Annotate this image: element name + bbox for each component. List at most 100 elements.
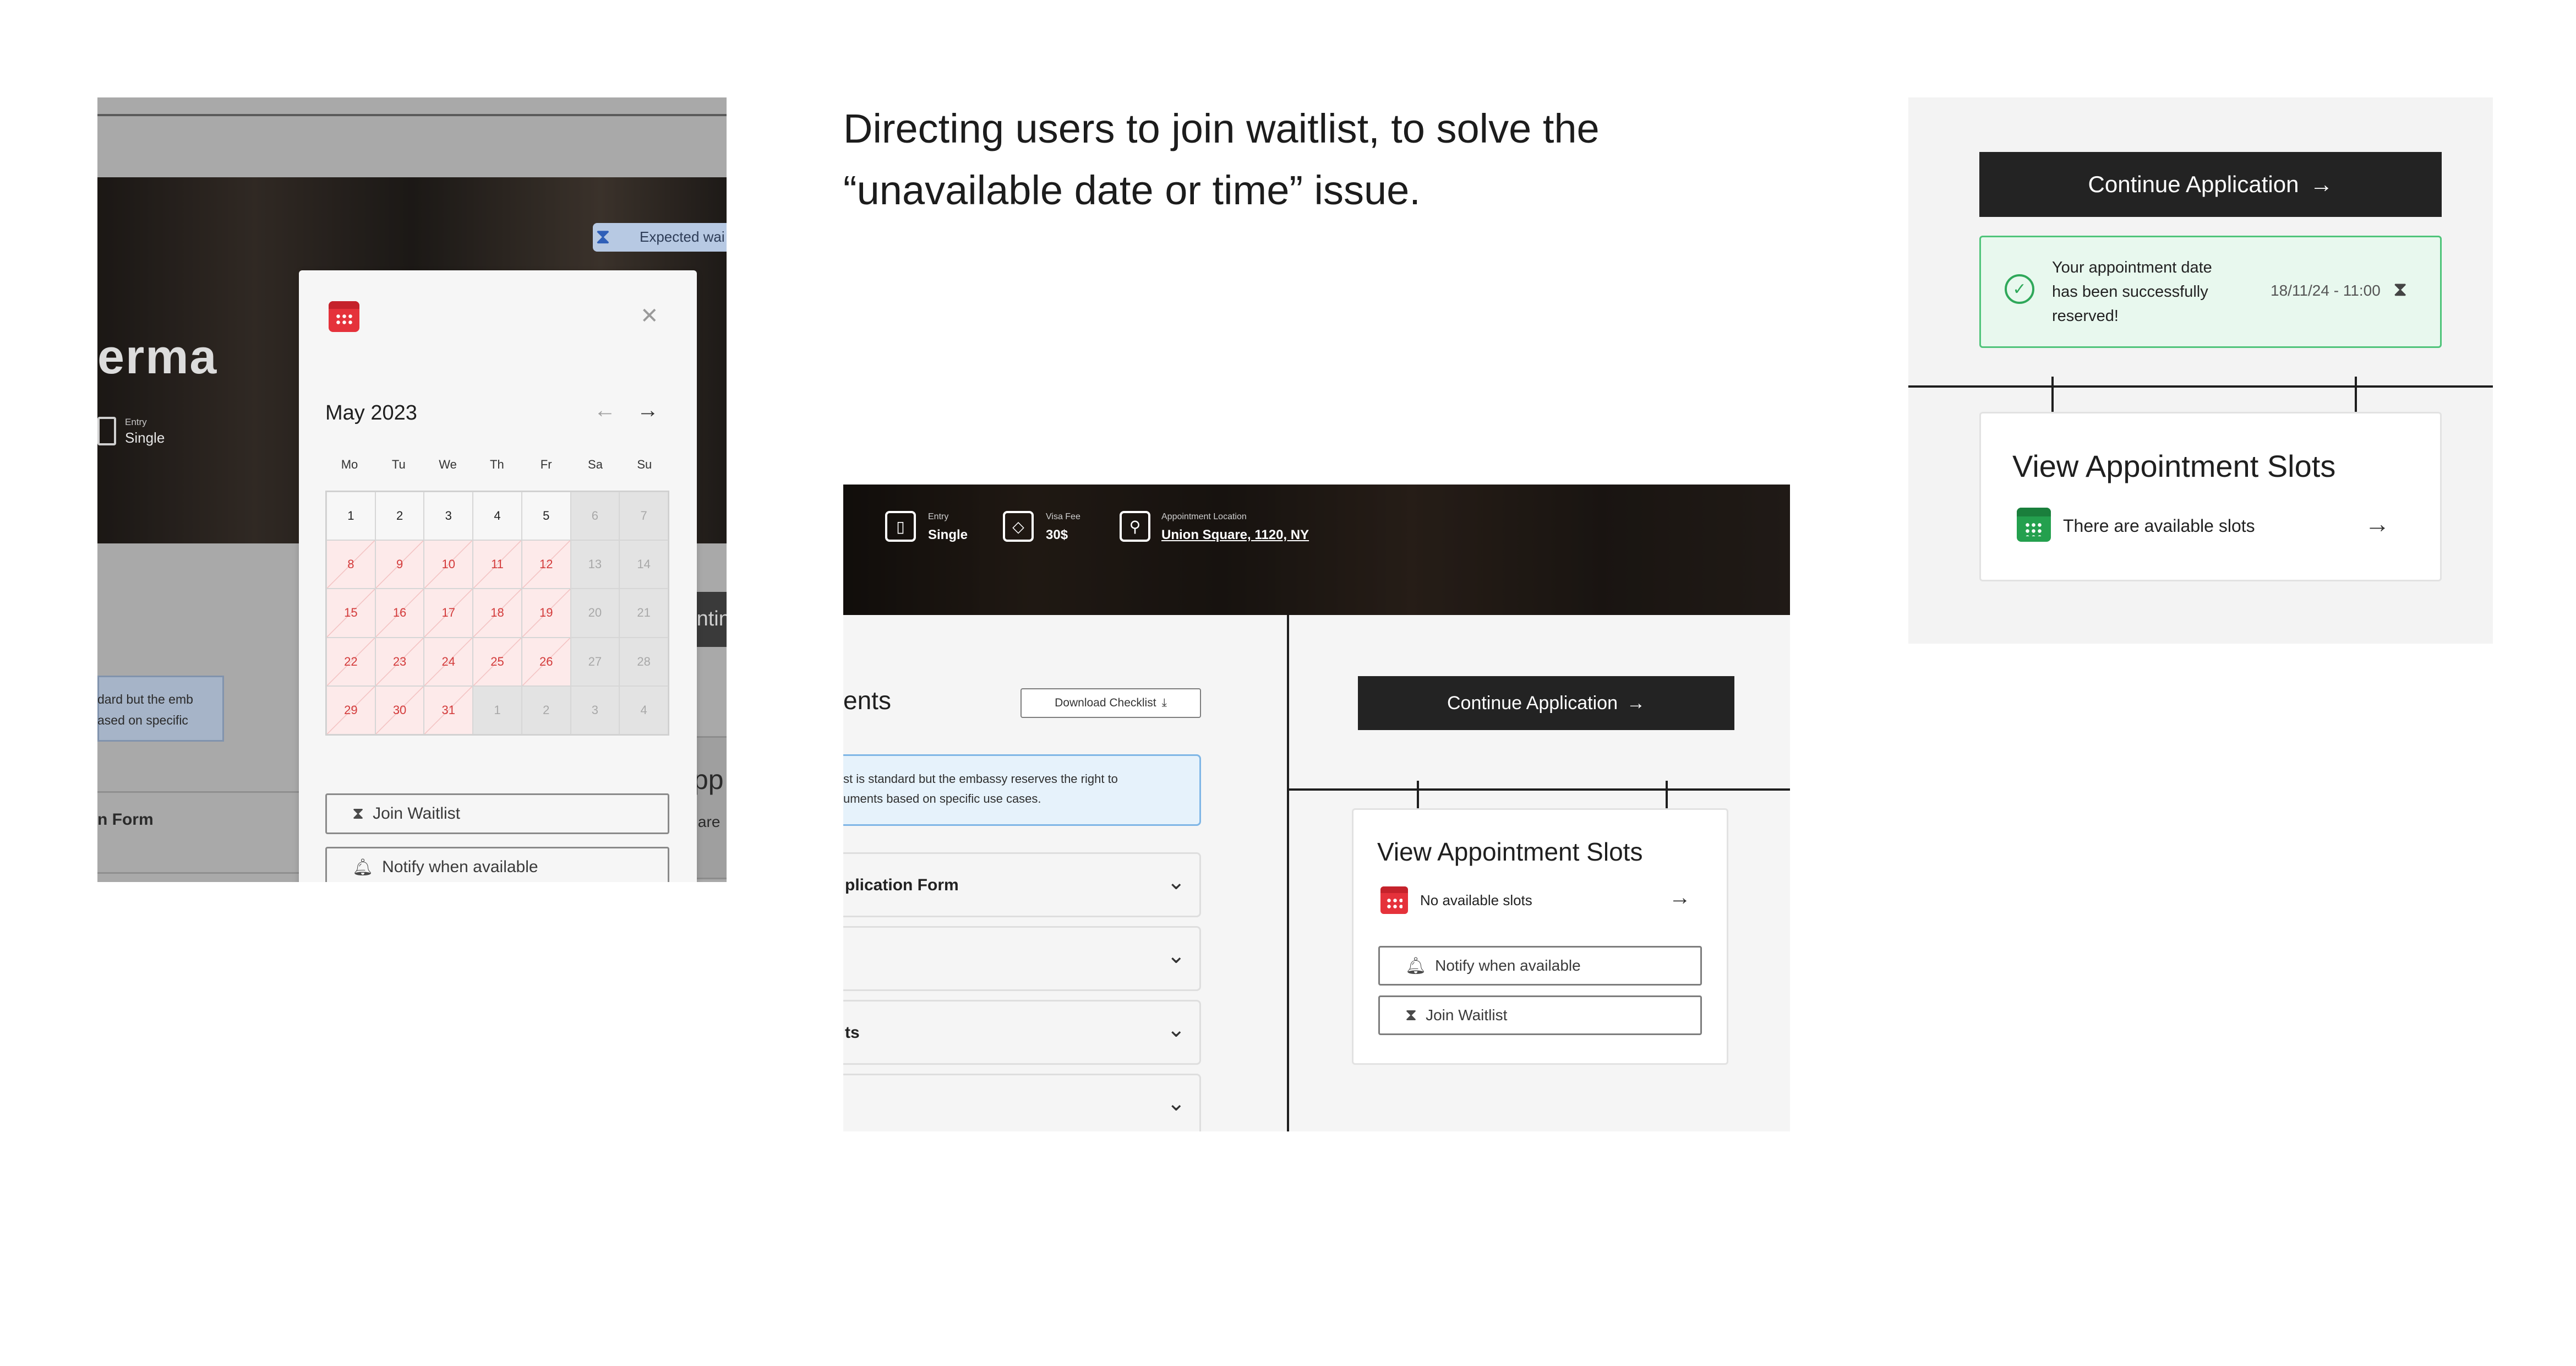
entry-label: Entry xyxy=(125,417,147,427)
arrow-right-icon[interactable]: → xyxy=(1669,885,1691,910)
calendar-day[interactable]: 17 xyxy=(424,589,473,638)
calendar-day[interactable]: 14 xyxy=(619,540,668,589)
info-note-line: ased on specific xyxy=(97,713,188,727)
calendar-day[interactable]: 27 xyxy=(570,637,620,686)
accordion-item[interactable]: ⌄ xyxy=(843,1074,1201,1131)
connector-line xyxy=(1908,385,2493,388)
calendar-day[interactable]: 23 xyxy=(375,637,424,686)
arrow-right-icon[interactable]: → xyxy=(2365,509,2390,538)
check-circle-icon: ✓ xyxy=(2005,274,2034,304)
download-checklist-button[interactable]: Download Checklist ⤓ xyxy=(1020,688,1201,718)
calendar-day[interactable]: 30 xyxy=(375,685,424,734)
slots-status-text: No available slots xyxy=(1420,892,1532,908)
hero-title: erma xyxy=(97,329,218,384)
calendar-day[interactable]: 28 xyxy=(619,637,668,686)
date-picker-modal: ✕ May 2023 ← → Mo Tu We Th Fr Sa Su 1234567891… xyxy=(299,270,697,882)
accordion-label: plication Form xyxy=(845,876,959,894)
calendar-day[interactable]: 1 xyxy=(326,492,375,541)
calendar-day[interactable]: 21 xyxy=(619,589,668,638)
calendar-day[interactable]: 22 xyxy=(326,637,375,686)
continue-application-label: Continue Application xyxy=(1447,692,1618,714)
column-divider xyxy=(1287,615,1289,1131)
close-icon[interactable]: ✕ xyxy=(640,303,659,329)
calendar-day[interactable]: 2 xyxy=(521,685,571,734)
join-waitlist-button[interactable]: ⧗ Join Waitlist xyxy=(325,793,669,834)
calendar-grid: 1 2 3 4 5 6 7 8 9 10 11 12 13 14 15 16 17 18 19 20 21 22 23 24 2… xyxy=(325,491,669,736)
info-note-line: dard but the emb xyxy=(97,692,193,706)
calendar-day[interactable]: 10 xyxy=(424,540,473,589)
calendar-day[interactable]: 4 xyxy=(473,492,522,541)
hourglass-icon: ⧗ xyxy=(1405,1006,1417,1024)
info-note-line: uments based on specific use cases. xyxy=(843,792,1041,806)
join-waitlist-label: Join Waitlist xyxy=(1426,1006,1508,1024)
visa-fee-label: Visa Fee xyxy=(1046,512,1080,521)
calendar-day[interactable]: 4 xyxy=(619,685,668,734)
accordion-item[interactable]: plication Form ⌄ xyxy=(843,852,1201,917)
weekday-label: We xyxy=(439,458,457,471)
prev-month-button[interactable]: ← xyxy=(594,398,616,423)
bell-icon: 🔔︎ xyxy=(1405,956,1427,975)
arrow-right-icon: → xyxy=(1627,692,1645,714)
calendar-day[interactable]: 25 xyxy=(473,637,522,686)
calendar-day[interactable]: 19 xyxy=(521,589,571,638)
chevron-down-icon: ⌄ xyxy=(1167,1091,1186,1115)
page-headline: Directing users to join waitlist, to sol… xyxy=(843,106,1600,213)
accordion-item[interactable]: ts ⌄ xyxy=(843,1000,1201,1065)
continue-application-button[interactable]: Continue Application → xyxy=(1358,676,1734,730)
accordion-item[interactable]: ⌄ xyxy=(843,926,1201,991)
view-slots-title: View Appointment Slots xyxy=(2012,449,2336,483)
notify-button[interactable]: 🔔︎ Notify when available xyxy=(325,847,669,882)
calendar-day[interactable]: 5 xyxy=(521,492,571,541)
chevron-down-icon: ⌄ xyxy=(1167,944,1186,968)
calendar-day[interactable]: 9 xyxy=(375,540,424,589)
calendar-day[interactable]: 18 xyxy=(473,589,522,638)
month-title: May 2023 xyxy=(325,401,417,425)
calendar-day[interactable]: 20 xyxy=(570,589,620,638)
info-note xyxy=(97,676,224,742)
calendar-day[interactable]: 31 xyxy=(424,685,473,734)
download-icon: ⤓ xyxy=(1161,696,1167,709)
calendar-day[interactable]: 3 xyxy=(570,685,620,734)
passport-icon xyxy=(97,417,116,445)
chevron-down-icon: ⌄ xyxy=(1167,870,1186,894)
calendar-day[interactable]: 8 xyxy=(326,540,375,589)
hourglass-icon: ⧗ xyxy=(2393,277,2408,300)
calendar-day[interactable]: 1 xyxy=(473,685,522,734)
form-accordion-label: n Form xyxy=(97,810,154,829)
notify-button[interactable]: 🔔︎ Notify when available xyxy=(1378,946,1702,986)
join-waitlist-label: Join Waitlist xyxy=(373,804,460,823)
continue-application-label: Continue Application xyxy=(2088,171,2299,197)
price-tag-icon: ◇ xyxy=(1003,511,1034,542)
view-slots-title: View Appointment Slots xyxy=(1377,837,1643,866)
continue-application-button[interactable]: Continue Application → xyxy=(1979,152,2442,217)
calendar-day[interactable]: 11 xyxy=(473,540,522,589)
calendar-day[interactable]: 15 xyxy=(326,589,375,638)
entry-label: Entry xyxy=(928,512,949,521)
location-link[interactable]: Union Square, 1120, NY xyxy=(1161,527,1309,543)
calendar-day[interactable]: 16 xyxy=(375,589,424,638)
weekday-label: Tu xyxy=(391,458,406,471)
expected-wait-text: Expected wai xyxy=(640,228,725,245)
info-note xyxy=(843,754,1201,826)
visa-fee-value: 30$ xyxy=(1046,527,1068,542)
calendar-day[interactable]: 24 xyxy=(424,637,473,686)
calendar-day[interactable]: 26 xyxy=(521,637,571,686)
join-waitlist-button[interactable]: ⧗ Join Waitlist xyxy=(1378,995,1702,1035)
bell-icon: 🔔︎ xyxy=(352,858,374,877)
success-message: Your appointment date has been successfu… xyxy=(2052,259,2212,325)
calendar-day[interactable]: 2 xyxy=(375,492,424,541)
accordion-label: ts xyxy=(845,1024,860,1042)
calendar-day[interactable]: 6 xyxy=(570,492,620,541)
calendar-day[interactable]: 13 xyxy=(570,540,620,589)
next-month-button[interactable]: → xyxy=(637,398,659,423)
entry-value: Single xyxy=(125,429,165,446)
arrow-right-icon: → xyxy=(2310,171,2333,197)
calendar-day[interactable]: 7 xyxy=(619,492,668,541)
calendar-day[interactable]: 12 xyxy=(521,540,571,589)
connector-line xyxy=(1287,788,1790,791)
download-checklist-label: Download Checklist xyxy=(1055,696,1156,709)
hourglass-icon: ⧗ xyxy=(352,804,364,823)
calendar-day[interactable]: 29 xyxy=(326,685,375,734)
calendar-day[interactable]: 3 xyxy=(424,492,473,541)
weekday-label: Th xyxy=(490,458,504,471)
